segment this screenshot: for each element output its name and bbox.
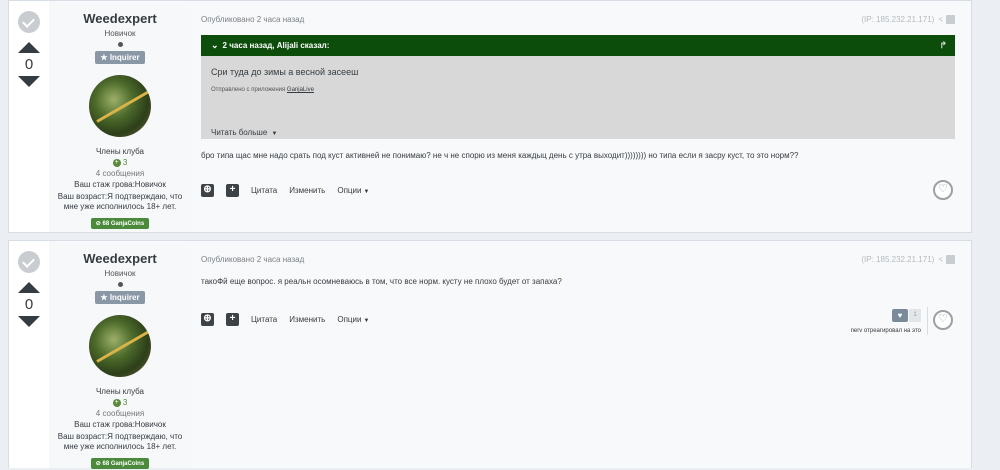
post-date[interactable]: Опубликовано 2 часа назад [201,15,304,24]
divider [927,307,928,335]
caret-down-icon: ▼ [363,318,370,324]
vote-column: 0 [9,1,49,87]
rank-pip [117,42,123,47]
sent-from-label: Отправлено с приложения [211,87,286,93]
post-actions: ⊕ + Цитата Изменить Опции ▼ [201,313,381,326]
coins-badge: ⊘ 68 GanjaCoins [90,218,150,229]
profile-field-age: Ваш возраст:Я подтверждаю, что мне уже и… [57,432,183,451]
arrow-up-icon[interactable] [18,42,40,53]
star-icon: ★ [100,293,108,302]
post-body: такоФй еще вопрос. я реальн осомневаюсь … [201,277,562,286]
checkmark-icon[interactable] [18,251,40,273]
caret-down-icon: ▼ [271,131,278,137]
vote-count: 0 [24,296,34,313]
post-meta-right: (IP: 185.232.21.171) < [861,255,943,264]
quote-button[interactable]: Цитата [251,315,277,324]
reaction-summary[interactable]: ♥ 1 [892,309,921,322]
post-actions: ⊕ + Цитата Изменить Опции ▼ [201,184,381,197]
author-panel: Weedexpert Новичок ★ Inquirer Члены клуб… [49,241,191,469]
arrow-down-icon[interactable] [18,76,40,87]
heart-icon[interactable]: ♡ [933,310,953,330]
post-body: бро типа щас мне надо срать под куст акт… [201,151,799,160]
rank-pip [117,282,123,287]
rank-badge-label: Inquirer [109,53,140,62]
arrow-up-icon[interactable] [18,282,40,293]
reaction-text[interactable]: nerv отреагировал на это [851,328,921,334]
options-button[interactable]: Опции ▼ [337,186,369,195]
vote-count: 0 [24,56,34,73]
sent-from-link[interactable]: GanjaLive [287,87,314,93]
profile-field-grow: Ваш стаж грова:Новичок [74,420,166,429]
post-content: Опубликовано 2 часа назад (IP: 185.232.2… [191,1,971,232]
author-rank: Новичок [104,269,136,278]
vote-column: 0 [9,241,49,327]
chevron-down-icon: ⌄ [211,40,219,50]
quote-header[interactable]: ⌄ 2 часа назад, Alijali сказал: ↱ [201,35,955,56]
arrow-down-icon[interactable] [18,316,40,327]
rank-badge-label: Inquirer [109,293,140,302]
star-icon: ★ [100,53,108,62]
reputation-value: 3 [122,398,128,407]
options-label: Опции [337,315,362,324]
author-panel: Weedexpert Новичок ★ Inquirer Члены клуб… [49,1,191,232]
author-name[interactable]: Weedexpert [49,251,191,266]
ip-address[interactable]: (IP: 185.232.21.171) [861,15,934,24]
heart-icon[interactable]: ♡ [933,180,953,200]
ip-address[interactable]: (IP: 185.232.21.171) [861,255,934,264]
profile-field-age: Ваш возраст:Я подтверждаю, что мне уже и… [57,192,183,211]
plus-icon[interactable]: + [226,313,239,326]
edit-button[interactable]: Изменить [289,186,325,195]
quote-block: ⌄ 2 часа назад, Alijali сказал: ↱ Сри туда… [201,35,955,139]
coins-label: 68 GanjaCoins [102,461,145,467]
post-content: Опубликовано 2 часа назад (IP: 185.232.2… [191,241,971,468]
quote-text: Сри туда до зимы а весной засееш [211,67,359,77]
multiquote-icon[interactable]: ⊕ [201,313,214,326]
post-2: 0 Weedexpert Новичок ★ Inquirer Члены кл… [8,240,972,469]
read-more-label: Читать больше [211,128,268,137]
plus-icon: + [112,158,121,167]
quote-sent-from: Отправлено с приложения GanjaLive [201,77,955,93]
post-meta-right: (IP: 185.232.21.171) < [861,15,943,24]
heart-icon: ♥ [892,309,908,322]
quote-button[interactable]: Цитата [251,186,277,195]
moderation-checkbox[interactable] [946,255,955,264]
avatar[interactable] [89,315,151,377]
author-group: Члены клуба [95,147,145,156]
reaction-count: 1 [909,309,921,322]
avatar[interactable] [89,75,151,137]
options-label: Опции [337,186,362,195]
edit-button[interactable]: Изменить [289,315,325,324]
coins-badge: ⊘ 68 GanjaCoins [90,458,150,469]
profile-field-grow: Ваш стаж грова:Новичок [74,180,166,189]
author-name[interactable]: Weedexpert [49,11,191,26]
author-group: Члены клуба [95,387,145,396]
checkmark-icon[interactable] [18,11,40,33]
message-count[interactable]: 4 сообщения [49,409,191,418]
plus-icon: + [112,398,121,407]
rank-badge: ★ Inquirer [95,51,145,64]
reputation: + 3 [49,398,191,407]
read-more-link[interactable]: Читать больше ▼ [211,128,277,137]
message-count[interactable]: 4 сообщения [49,169,191,178]
coins-label: 68 GanjaCoins [102,221,145,227]
author-rank: Новичок [104,29,136,38]
reputation: + 3 [49,158,191,167]
share-icon[interactable]: < [938,15,943,24]
rank-badge: ★ Inquirer [95,291,145,304]
plus-icon[interactable]: + [226,184,239,197]
post-date[interactable]: Опубликовано 2 часа назад [201,255,304,264]
quote-author: 2 часа назад, Alijali сказал: [222,41,330,50]
multiquote-icon[interactable]: ⊕ [201,184,214,197]
forward-icon[interactable]: ↱ [939,35,947,56]
moderation-checkbox[interactable] [946,15,955,24]
page-margin [972,0,1000,468]
post-1: 0 Weedexpert Новичок ★ Inquirer Члены кл… [8,0,972,233]
reputation-value: 3 [122,158,128,167]
caret-down-icon: ▼ [363,189,370,195]
options-button[interactable]: Опции ▼ [337,315,369,324]
share-icon[interactable]: < [938,255,943,264]
